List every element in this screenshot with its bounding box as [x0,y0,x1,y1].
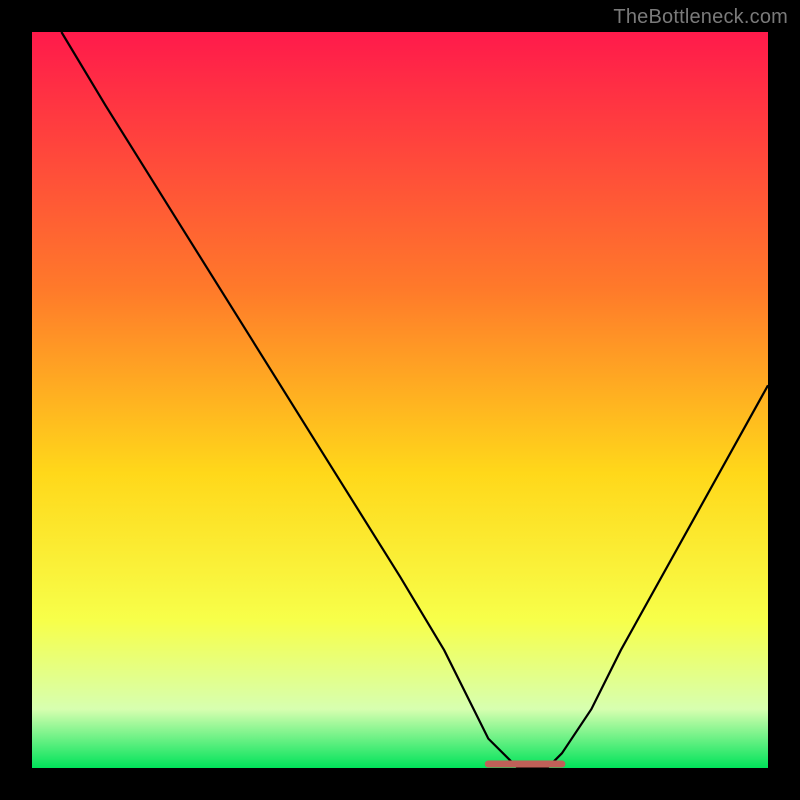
watermark-text: TheBottleneck.com [613,6,788,29]
chart-frame: TheBottleneck.com [0,0,800,800]
plot-area [32,32,768,768]
chart-svg [0,0,800,800]
